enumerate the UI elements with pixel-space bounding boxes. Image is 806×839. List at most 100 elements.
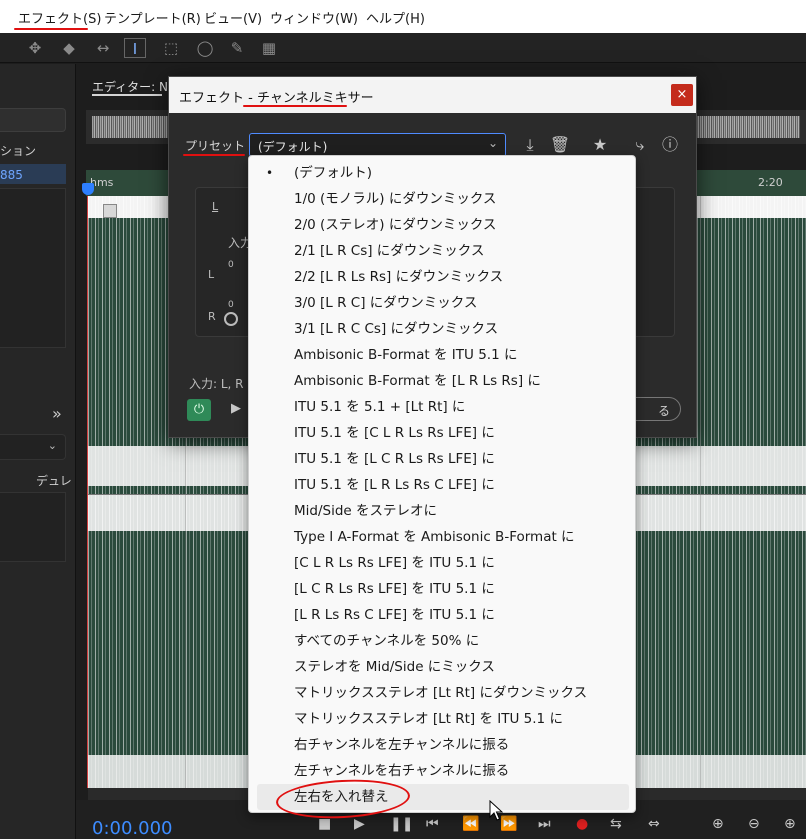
preset-option[interactable]: ITU 5.1 を 5.1 + [Lt Rt] に — [249, 394, 635, 420]
marquee-tool-icon[interactable]: ⬚ — [160, 38, 182, 58]
preset-option[interactable]: 右チャンネルを左チャンネルに振る — [249, 732, 635, 758]
skip-to-start-icon[interactable]: ⏮ — [426, 816, 439, 832]
menu-template[interactable]: テンプレート(R) — [104, 8, 201, 27]
selected-bullet-icon: • — [266, 166, 274, 180]
zoom-out-amplitude-icon[interactable]: ⊖ — [748, 816, 760, 832]
file-list-area — [0, 188, 66, 348]
preset-option[interactable]: ITU 5.1 を [L R Ls Rs C LFE] に — [249, 472, 635, 498]
preset-option-label: すべてのチャンネルを 50% に — [294, 633, 480, 649]
play-icon[interactable]: ▶ — [354, 816, 365, 832]
delete-preset-icon[interactable]: 🗑 — [549, 134, 571, 156]
record-icon[interactable]: ● — [576, 816, 588, 832]
preset-option-label: [C L R Ls Rs LFE] を ITU 5.1 に — [294, 555, 495, 571]
zoom-in-time-icon[interactable]: ⊕ — [784, 816, 796, 832]
preset-option[interactable]: ステレオを Mid/Side にミックス — [249, 654, 635, 680]
brush-tool-icon[interactable]: ✎ — [226, 38, 248, 58]
panel-dropdown[interactable]: ⌄ — [0, 434, 66, 460]
preset-option[interactable]: Mid/Side をステレオに — [249, 498, 635, 524]
preset-option[interactable]: • (デフォルト) — [249, 160, 635, 186]
power-toggle-icon[interactable]: ⏻ — [187, 399, 211, 421]
preset-label: プリセット : — [185, 139, 253, 153]
pause-icon[interactable]: ❚❚ — [390, 816, 413, 832]
razor-tool-icon[interactable]: ◆ — [58, 38, 80, 58]
menu-window[interactable]: ウィンドウ(W) — [270, 8, 358, 27]
time-selection-tool-icon[interactable]: I — [124, 38, 146, 58]
slip-tool-icon[interactable]: ↔ — [92, 38, 114, 58]
preset-option-label: 3/1 [L R C Cs] にダウンミックス — [294, 321, 499, 337]
preset-option[interactable]: Ambisonic B-Format を [L R Ls Rs] に — [249, 368, 635, 394]
mouse-cursor-icon — [489, 800, 503, 821]
panel-search-field[interactable] — [0, 108, 66, 132]
preset-dropdown[interactable]: (デフォルト) ⌄ — [249, 133, 506, 157]
preset-option[interactable]: ITU 5.1 を [C L R Ls Rs LFE] に — [249, 420, 635, 446]
playhead-marker[interactable] — [82, 183, 94, 195]
close-button[interactable]: × — [671, 84, 693, 106]
annotation-underline-menu — [14, 28, 88, 30]
preset-option[interactable]: マトリックスステレオ [Lt Rt] にダウンミックス — [249, 680, 635, 706]
level-value-r: 0 — [228, 300, 234, 310]
menu-help[interactable]: ヘルプ(H) — [366, 8, 425, 27]
preset-option-label: Type I A-Format を Ambisonic B-Format に — [294, 529, 575, 545]
ruler-tick-2-20: 2:20 — [758, 176, 783, 189]
stop-icon[interactable]: ■ — [318, 816, 331, 832]
menu-bar: エフェクト(S) テンプレート(R) ビュー(V) ウィンドウ(W) ヘルプ(H… — [0, 0, 806, 33]
expand-panel-icon[interactable]: » — [52, 404, 62, 423]
row-label-l: L — [208, 268, 215, 281]
menu-effects[interactable]: エフェクト(S) — [18, 8, 101, 27]
skip-to-end-icon[interactable]: ⏭ — [538, 816, 551, 832]
preset-option-label: 右チャンネルを左チャンネルに振る — [294, 737, 510, 753]
preset-option[interactable]: [C L R Ls Rs LFE] を ITU 5.1 に — [249, 550, 635, 576]
level-value-l: 0 — [228, 260, 234, 270]
selected-file-row[interactable]: 885 — [0, 164, 66, 184]
clip-fade-handle[interactable] — [103, 204, 117, 218]
preset-option[interactable]: 左チャンネルを右チャンネルに振る — [249, 758, 635, 784]
chevron-down-icon: ⌄ — [487, 136, 498, 150]
move-tool-icon[interactable]: ✥ — [24, 38, 46, 58]
annotation-underline-preset — [183, 154, 245, 156]
zoom-in-amplitude-icon[interactable]: ⊕ — [712, 816, 724, 832]
preset-option[interactable]: 3/0 [L R C] にダウンミックス — [249, 290, 635, 316]
spot-healing-icon[interactable]: ▦ — [258, 38, 280, 58]
preset-option-label: [L R Ls Rs C LFE] を ITU 5.1 に — [294, 607, 495, 623]
rewind-icon[interactable]: ⏪ — [462, 816, 479, 832]
preset-option-label: ITU 5.1 を [L C R Ls Rs LFE] に — [294, 451, 495, 467]
preset-option[interactable]: [L C R Ls Rs LFE] を ITU 5.1 に — [249, 576, 635, 602]
lasso-tool-icon[interactable]: ◯ — [194, 38, 216, 58]
preset-option[interactable]: 2/1 [L R Cs] にダウンミックス — [249, 238, 635, 264]
info-icon[interactable]: ⓘ — [659, 134, 681, 156]
properties-list — [0, 492, 66, 562]
preset-option[interactable]: Ambisonic B-Format を ITU 5.1 に — [249, 342, 635, 368]
preset-option[interactable]: 2/2 [L R Ls Rs] にダウンミックス — [249, 264, 635, 290]
preset-option[interactable]: すべてのチャンネルを 50% に — [249, 628, 635, 654]
favorite-star-icon[interactable]: ★ — [589, 134, 611, 156]
files-panel: ション 885 » ⌄ デュレ — [0, 64, 76, 839]
preset-option[interactable]: [L R Ls Rs C LFE] を ITU 5.1 に — [249, 602, 635, 628]
row-label-r: R — [208, 310, 216, 323]
preset-option[interactable]: ITU 5.1 を [L C R Ls Rs LFE] に — [249, 446, 635, 472]
menu-view[interactable]: ビュー(V) — [204, 8, 262, 27]
preset-option-label: (デフォルト) — [294, 165, 373, 181]
dialog-title: エフェクト - チャンネルミキサー — [179, 91, 374, 106]
routing-icon[interactable]: ⤷ — [629, 134, 651, 156]
preset-option-label: ITU 5.1 を [L R Ls Rs C LFE] に — [294, 477, 495, 493]
save-preset-icon[interactable]: ⤓ — [519, 134, 541, 156]
playhead-line — [87, 196, 88, 788]
r-level-knob[interactable] — [224, 312, 238, 326]
preview-play-icon[interactable]: ▶ — [231, 401, 241, 416]
preset-option-label: 1/0 (モノラル) にダウンミックス — [294, 191, 497, 207]
preset-option[interactable]: 1/0 (モノラル) にダウンミックス — [249, 186, 635, 212]
preset-option[interactable]: 2/0 (ステレオ) にダウンミックス — [249, 212, 635, 238]
preset-option-label: 左チャンネルを右チャンネルに振る — [294, 763, 510, 779]
dialog-titlebar[interactable]: エフェクト - チャンネルミキサー × — [169, 77, 696, 113]
loop-playback-icon[interactable]: ⇆ — [610, 816, 622, 832]
preset-option[interactable]: Type I A-Format を Ambisonic B-Format に — [249, 524, 635, 550]
duration-column-label: デュレ — [36, 474, 72, 488]
preset-dropdown-value: (デフォルト) — [258, 140, 328, 154]
preset-dropdown-list: • (デフォルト) 1/0 (モノラル) にダウンミックス 2/0 (ステレオ) にダ… — [248, 155, 636, 813]
preset-option[interactable]: マトリックスステレオ [Lt Rt] を ITU 5.1 に — [249, 706, 635, 732]
skip-selection-icon[interactable]: ⇔ — [648, 816, 660, 832]
preset-option[interactable]: 3/1 [L R C Cs] にダウンミックス — [249, 316, 635, 342]
toolbar: ✥ ◆ ↔ I ⬚ ◯ ✎ ▦ — [0, 33, 806, 63]
grid-line — [700, 196, 701, 788]
preset-option-label: ステレオを Mid/Side にミックス — [294, 659, 495, 675]
